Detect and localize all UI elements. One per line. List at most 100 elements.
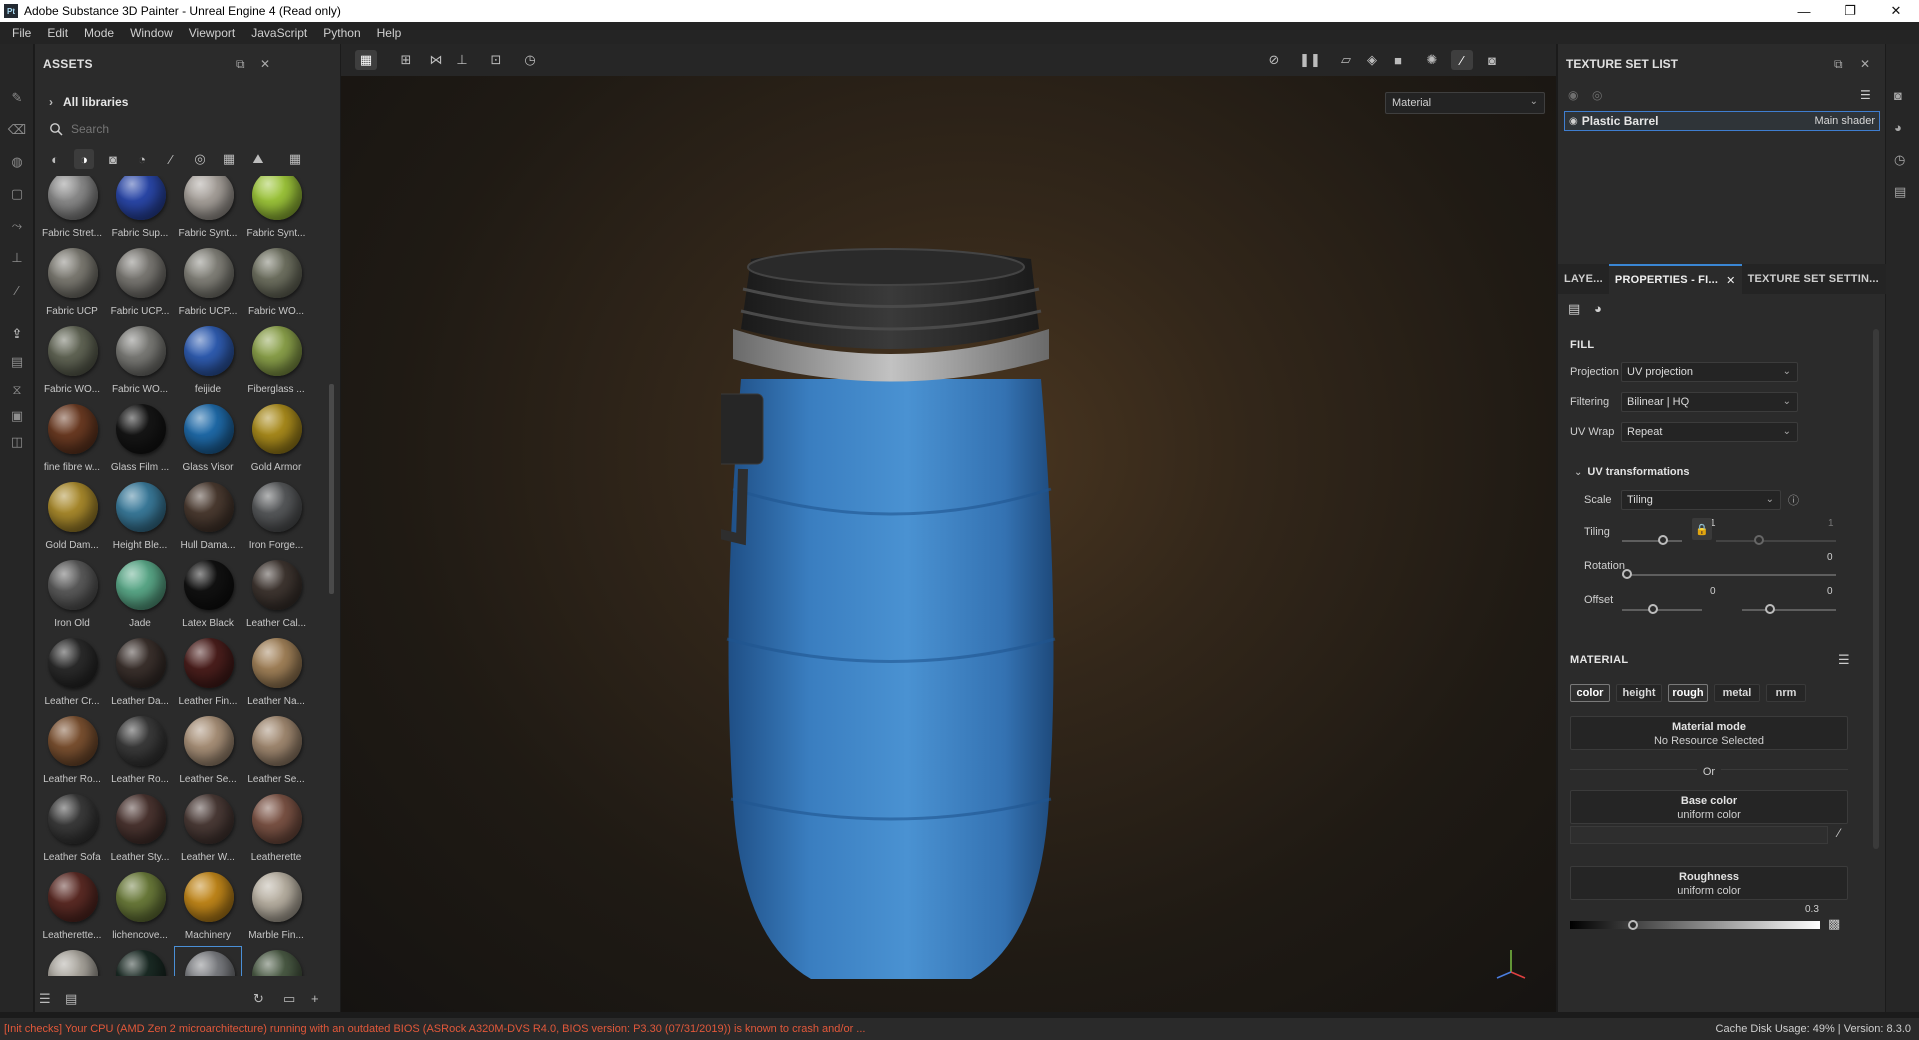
asset-thumbnail[interactable]: Fabric UCP... bbox=[106, 244, 174, 322]
roughness-knob[interactable] bbox=[1628, 920, 1638, 930]
offset-u-track[interactable] bbox=[1622, 609, 1702, 611]
filter-smart-materials-icon[interactable]: ◑ bbox=[74, 149, 94, 169]
asset-thumbnail[interactable]: Fabric UCP bbox=[38, 244, 106, 322]
filter-environments-icon[interactable]: ⛰ bbox=[248, 149, 268, 169]
asset-thumbnail[interactable]: feijide bbox=[174, 322, 242, 400]
uv-transformations-toggle[interactable]: ⌄ UV transformations bbox=[1574, 466, 1689, 478]
geometry-mask-icon[interactable]: ▢ bbox=[7, 184, 27, 204]
history-icon[interactable]: ◷ bbox=[519, 50, 541, 70]
eye-icon[interactable]: ◎ bbox=[1592, 88, 1602, 102]
float-panel-icon[interactable]: ⧉ bbox=[236, 57, 245, 72]
shader-settings-icon[interactable]: ▣ bbox=[7, 406, 27, 426]
channel-nrm-button[interactable]: nrm bbox=[1766, 684, 1806, 702]
asset-thumbnail[interactable]: Leather Ro... bbox=[38, 712, 106, 790]
close-panel-icon[interactable]: ✕ bbox=[1860, 57, 1870, 71]
close-button[interactable]: ✕ bbox=[1873, 0, 1919, 22]
material-sphere-icon[interactable]: ◕ bbox=[1594, 301, 1610, 317]
menu-python[interactable]: Python bbox=[315, 22, 368, 44]
asset-thumbnail[interactable]: Leather Cr... bbox=[38, 634, 106, 712]
channel-metal-button[interactable]: metal bbox=[1714, 684, 1760, 702]
refresh-icon[interactable]: ↻ bbox=[253, 991, 264, 1007]
tiling-u-track[interactable] bbox=[1622, 540, 1682, 542]
display-settings-icon[interactable]: ◕ bbox=[1894, 120, 1910, 136]
asset-thumbnail[interactable]: Leatherette bbox=[242, 790, 310, 868]
3d-viewport[interactable]: ▦ ⊞ ⋈ ⊥ ⊡ ◷ ⊘ ❚❚ ▱ ◈ ■ ✺ ⁄ ◙ Material ⌄ bbox=[341, 44, 1556, 1012]
menu-help[interactable]: Help bbox=[369, 22, 410, 44]
roughness-slot[interactable]: Roughness uniform color bbox=[1570, 866, 1848, 900]
assets-scrollbar[interactable] bbox=[329, 384, 334, 594]
library-selector[interactable]: › All libraries bbox=[35, 88, 340, 116]
lock-icon[interactable]: 🔒 bbox=[1692, 518, 1712, 540]
asset-thumbnail[interactable]: Fiberglass ... bbox=[242, 322, 310, 400]
tiling-v-knob[interactable] bbox=[1754, 535, 1764, 545]
filtering-select[interactable]: Bilinear | HQ ⌄ bbox=[1621, 392, 1798, 412]
menu-window[interactable]: Window bbox=[122, 22, 181, 44]
grid-view-icon[interactable]: ▦ bbox=[285, 149, 305, 169]
info-icon[interactable]: ⓘ bbox=[1788, 492, 1799, 508]
base-color-swatch[interactable] bbox=[1570, 826, 1828, 844]
channel-color-button[interactable]: color bbox=[1570, 684, 1610, 702]
roughness-slider[interactable] bbox=[1570, 921, 1820, 929]
search-input[interactable] bbox=[71, 122, 291, 136]
uvwrap-select[interactable]: Repeat ⌄ bbox=[1621, 422, 1798, 442]
asset-thumbnail[interactable]: Leather Ro... bbox=[106, 712, 174, 790]
paint-brush-icon[interactable]: ✎ bbox=[7, 88, 27, 108]
asset-thumbnail[interactable]: Fabric Synt... bbox=[242, 176, 310, 244]
asset-thumbnail[interactable]: Fabric Sup... bbox=[106, 176, 174, 244]
tab-layers[interactable]: LAYE... bbox=[1558, 264, 1609, 294]
asset-thumbnail[interactable]: Leather Se... bbox=[174, 712, 242, 790]
asset-thumbnail[interactable]: fine fibre w... bbox=[38, 400, 106, 478]
asset-thumbnail[interactable]: Glass Visor bbox=[174, 400, 242, 478]
hide-icon[interactable]: ◉ bbox=[1568, 88, 1578, 102]
close-panel-icon[interactable]: ✕ bbox=[260, 57, 270, 71]
channel-rough-button[interactable]: rough bbox=[1668, 684, 1708, 702]
asset-thumbnail[interactable]: Leather Da... bbox=[106, 634, 174, 712]
bake-icon[interactable]: ◫ bbox=[7, 432, 27, 452]
filter-materials-icon[interactable]: ◐ bbox=[45, 149, 65, 169]
asset-thumbnail[interactable] bbox=[174, 946, 242, 976]
clone-stamp-icon[interactable]: ⊥ bbox=[7, 248, 27, 268]
asset-thumbnail[interactable]: Leather W... bbox=[174, 790, 242, 868]
status-error-message[interactable]: [Init checks] Your CPU (AMD Zen 2 microa… bbox=[0, 1023, 865, 1035]
menu-mode[interactable]: Mode bbox=[76, 22, 122, 44]
menu-javascript[interactable]: JavaScript bbox=[243, 22, 315, 44]
asset-thumbnail[interactable]: Latex Black bbox=[174, 556, 242, 634]
asset-thumbnail[interactable]: Leather Sofa bbox=[38, 790, 106, 868]
menu-file[interactable]: File bbox=[4, 22, 39, 44]
symmetry-icon[interactable]: ⋈ bbox=[425, 50, 447, 70]
iray-icon[interactable]: ✺ bbox=[1421, 50, 1443, 70]
minimize-button[interactable]: — bbox=[1781, 0, 1827, 22]
paint-mode-icon[interactable]: ⁄ bbox=[1451, 50, 1473, 70]
asset-thumbnail[interactable] bbox=[242, 946, 310, 976]
filter-masks-icon[interactable]: ◙ bbox=[103, 149, 123, 169]
offset-v-knob[interactable] bbox=[1765, 604, 1775, 614]
rotation-knob[interactable] bbox=[1622, 569, 1632, 579]
texture-set-row[interactable]: ◉ Plastic Barrel Main shader bbox=[1564, 111, 1880, 131]
shelf-icon[interactable]: ▤ bbox=[7, 352, 27, 372]
eraser-icon[interactable]: ⌫ bbox=[7, 120, 27, 140]
asset-thumbnail[interactable]: lichencove... bbox=[106, 868, 174, 946]
filter-generators-icon[interactable]: ◔ bbox=[132, 149, 152, 169]
grid-snap-icon[interactable]: ⊞ bbox=[395, 50, 417, 70]
asset-thumbnail[interactable]: Machinery bbox=[174, 868, 242, 946]
channel-height-button[interactable]: height bbox=[1616, 684, 1662, 702]
menu-viewport[interactable]: Viewport bbox=[181, 22, 243, 44]
folder-icon[interactable]: ▭ bbox=[283, 991, 295, 1007]
pause-icon[interactable]: ❚❚ bbox=[1299, 50, 1321, 70]
asset-thumbnail[interactable]: Fabric UCP... bbox=[174, 244, 242, 322]
menu-icon[interactable]: ☰ bbox=[1860, 88, 1871, 102]
align-icon[interactable]: ⊥ bbox=[451, 50, 473, 70]
tiling-v-track[interactable] bbox=[1716, 540, 1836, 542]
projection-select[interactable]: UV projection ⌄ bbox=[1621, 362, 1798, 382]
filter-brushes-icon[interactable]: ⁄ bbox=[161, 149, 181, 169]
layer-properties-icon[interactable]: ▤ bbox=[1568, 301, 1584, 317]
properties-scrollbar[interactable] bbox=[1873, 329, 1879, 849]
offset-v-track[interactable] bbox=[1742, 609, 1836, 611]
filter-particles-icon[interactable]: ◎ bbox=[190, 149, 210, 169]
add-icon[interactable]: + bbox=[311, 991, 319, 1006]
log-icon[interactable]: ▤ bbox=[1894, 184, 1910, 200]
2d-view-icon[interactable]: ▱ bbox=[1335, 50, 1357, 70]
asset-thumbnail[interactable]: Fabric WO... bbox=[38, 322, 106, 400]
assets-panel-icon[interactable]: ⇪ bbox=[7, 324, 27, 344]
asset-thumbnail[interactable]: Jade bbox=[106, 556, 174, 634]
